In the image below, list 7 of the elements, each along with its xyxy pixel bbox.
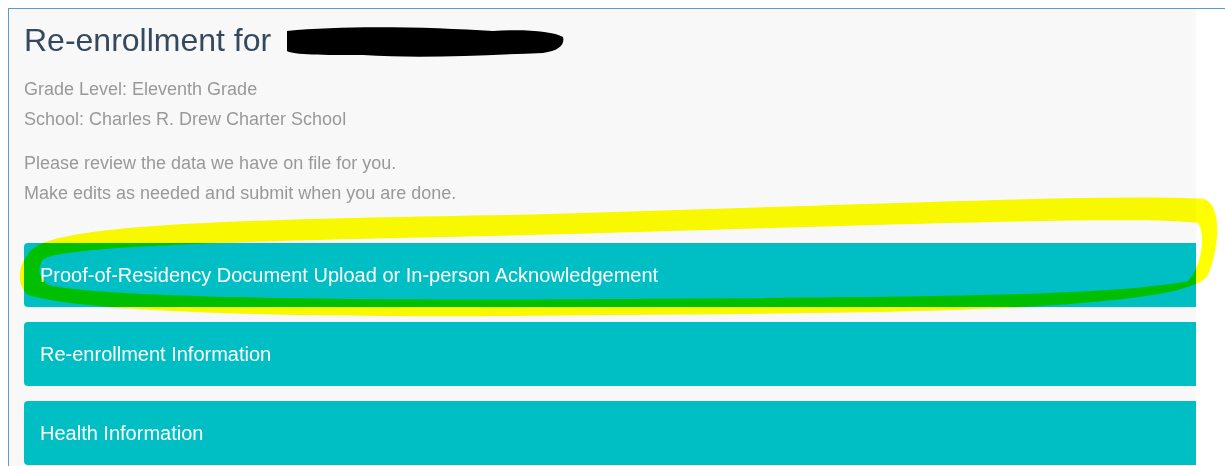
instruction-text: Please review the data we have on file for you.	[24, 152, 398, 175]
info-text: School: Charles R. Drew Charter School	[24, 108, 348, 131]
instruction-text: Make edits as needed and submit when you are done.	[24, 182, 458, 205]
section-header[interactable]: Health Information	[24, 401, 1196, 465]
page-title: Re-enrollment for	[24, 24, 272, 56]
section-header[interactable]: Re-enrollment Information	[24, 322, 1196, 386]
info-text: Grade Level: Eleventh Grade	[24, 78, 259, 101]
